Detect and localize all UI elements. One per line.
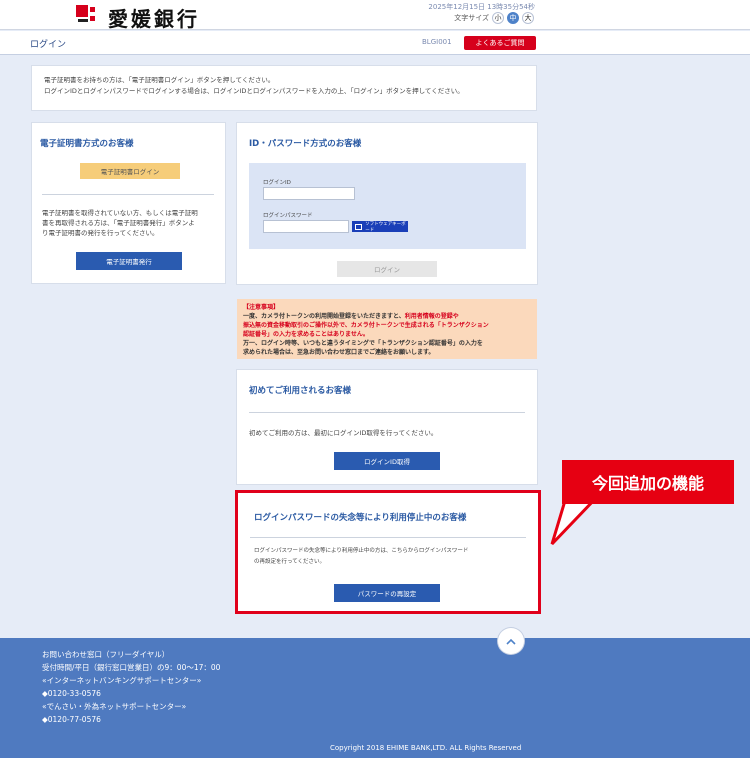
contact-line: «でんさい・外為ネットサポートセンター» [42,702,187,711]
login-id-field[interactable] [263,187,355,200]
warning-title: 【注意事項】 [243,304,280,311]
certificate-heading: 電子証明書方式のお客様 [40,139,134,149]
certificate-description-line: 書を再取得される方は、「電子証明書発行」ボタンよ [42,219,195,227]
warning-line: 認証番号」の入力を求めることはありません。 [243,331,369,338]
warning-text-red: 利用者情報の登録や [404,313,459,320]
password-reset-panel: ログインパスワードの失念等により利用停止中のお客様 ログインパスワードの失念等に… [238,493,538,611]
password-reset-description: ログインパスワードの失念等により利用停止中の方は、こちらからログインパスワード … [254,546,468,568]
contact-info: お問い合わせ窓口（フリーダイヤル） 受付時間/平日（銀行窓口営業日）の9：00～… [42,648,220,726]
page-title: ログイン [30,40,67,50]
get-login-id-button[interactable]: ログインID取得 [334,452,440,470]
first-time-description: 初めてご利用の方は、最初にログインID取得を行ってください。 [249,429,438,437]
font-size-large-button[interactable]: 大 [522,12,534,24]
warning-text: 一度、カメラ付トークンの利用開始登録をいただきますと、 [243,313,405,320]
chevron-up-icon [506,638,516,645]
warning-line: 万一、ログイン時等、いつもと違うタイミングで「トランザクション認証番号」の入力を [243,340,483,347]
warning-line: 振込無の資金移動取引のご操作以外で、カメラ付トークンで生成される「トランザクショ… [243,322,489,329]
login-id-label: ログインID [263,180,291,186]
warning-line: 求められた場合は、至急お問い合わせ窓口までご連絡をお願いします。 [243,349,435,356]
footer: お問い合わせ窓口（フリーダイヤル） 受付時間/平日（銀行窓口営業日）の9：00～… [0,638,750,758]
contact-line: ◆0120-33-0576 [42,689,101,698]
certificate-issue-button[interactable]: 電子証明書発行 [76,252,182,270]
notice-line-1: 電子証明書をお持ちの方は、「電子証明書ログイン」ボタンを押してください。 [44,76,275,84]
screen-id: BLGI001 [422,38,452,46]
certificate-panel: 電子証明書方式のお客様 電子証明書ログイン 電子証明書を取得されていない方、もし… [32,123,225,283]
keyboard-icon [355,223,363,230]
id-password-heading: ID・パスワード方式のお客様 [249,139,362,149]
login-form: ログインID ログインパスワード ソフトウェアキーボード [249,163,526,249]
notice-line-2: ログインIDとログインパスワードでログインする場合は、ログインIDとログインパス… [44,87,464,95]
certificate-description-line: 電子証明書を取得されていない方、もしくは電子証明 [42,209,198,217]
font-size-control: 文字サイズ 小 中 大 [454,12,534,24]
new-feature-callout: 今回追加の機能 [562,460,734,504]
bank-logo-icon [76,5,100,25]
contact-line: ◆0120-77-0576 [42,715,101,724]
font-size-medium-button[interactable]: 中 [507,12,519,24]
warning-notice: 【注意事項】 一度、カメラ付トークンの利用開始登録をいただきますと、利用者情報の… [237,299,537,359]
login-button[interactable]: ログイン [337,261,437,277]
password-reset-description-line: ログインパスワードの失念等により利用停止中の方は、こちらからログインパスワード [254,548,469,554]
notice-panel: 電子証明書をお持ちの方は、「電子証明書ログイン」ボタンを押してください。 ログイ… [32,66,536,110]
certificate-description: 電子証明書を取得されていない方、もしくは電子証明 書を再取得される方は、「電子証… [42,208,198,238]
contact-line: «インターネットバンキングサポートセンター» [42,676,202,685]
title-bar: ログイン BLGI001 よくあるご質問 [0,31,750,55]
first-time-heading: 初めてご利用されるお客様 [249,386,352,396]
contact-line: お問い合わせ窓口（フリーダイヤル） [42,650,170,659]
divider [249,412,525,413]
copyright: Copyright 2018 EHIME BANK,LTD. ALL Right… [330,744,522,752]
font-size-label: 文字サイズ [454,14,489,22]
software-keyboard-label: ソフトウェアキーボード [365,221,406,233]
font-size-small-button[interactable]: 小 [492,12,504,24]
divider [250,537,526,538]
certificate-description-line: り電子証明書の発行を行ってください。 [42,229,159,237]
faq-button[interactable]: よくあるご質問 [464,36,536,50]
warning-line: 一度、カメラ付トークンの利用開始登録をいただきますと、利用者情報の登録や [243,312,531,321]
certificate-login-button[interactable]: 電子証明書ログイン [80,163,180,179]
password-reset-button[interactable]: パスワードの再設定 [334,584,440,602]
bank-name: 愛媛銀行 [108,7,200,31]
divider [42,194,214,195]
current-datetime: 2025年12月15日 13時35分54秒 [428,3,535,11]
first-time-panel: 初めてご利用されるお客様 初めてご利用の方は、最初にログインID取得を行ってくだ… [237,370,537,484]
id-password-panel: ID・パスワード方式のお客様 ログインID ログインパスワード ソフトウェアキー… [237,123,537,284]
site-header: 愛媛銀行 2025年12月15日 13時35分54秒 文字サイズ 小 中 大 [0,0,750,31]
password-reset-heading: ログインパスワードの失念等により利用停止中のお客様 [254,513,467,523]
contact-line: 受付時間/平日（銀行窓口営業日）の9：00～17：00 [42,663,221,672]
scroll-to-top-button[interactable] [498,628,524,654]
password-label: ログインパスワード [263,213,313,219]
password-reset-description-line: の再設定を行ってください。 [254,559,326,565]
software-keyboard-button[interactable]: ソフトウェアキーボード [352,221,408,233]
password-field[interactable] [263,220,349,233]
